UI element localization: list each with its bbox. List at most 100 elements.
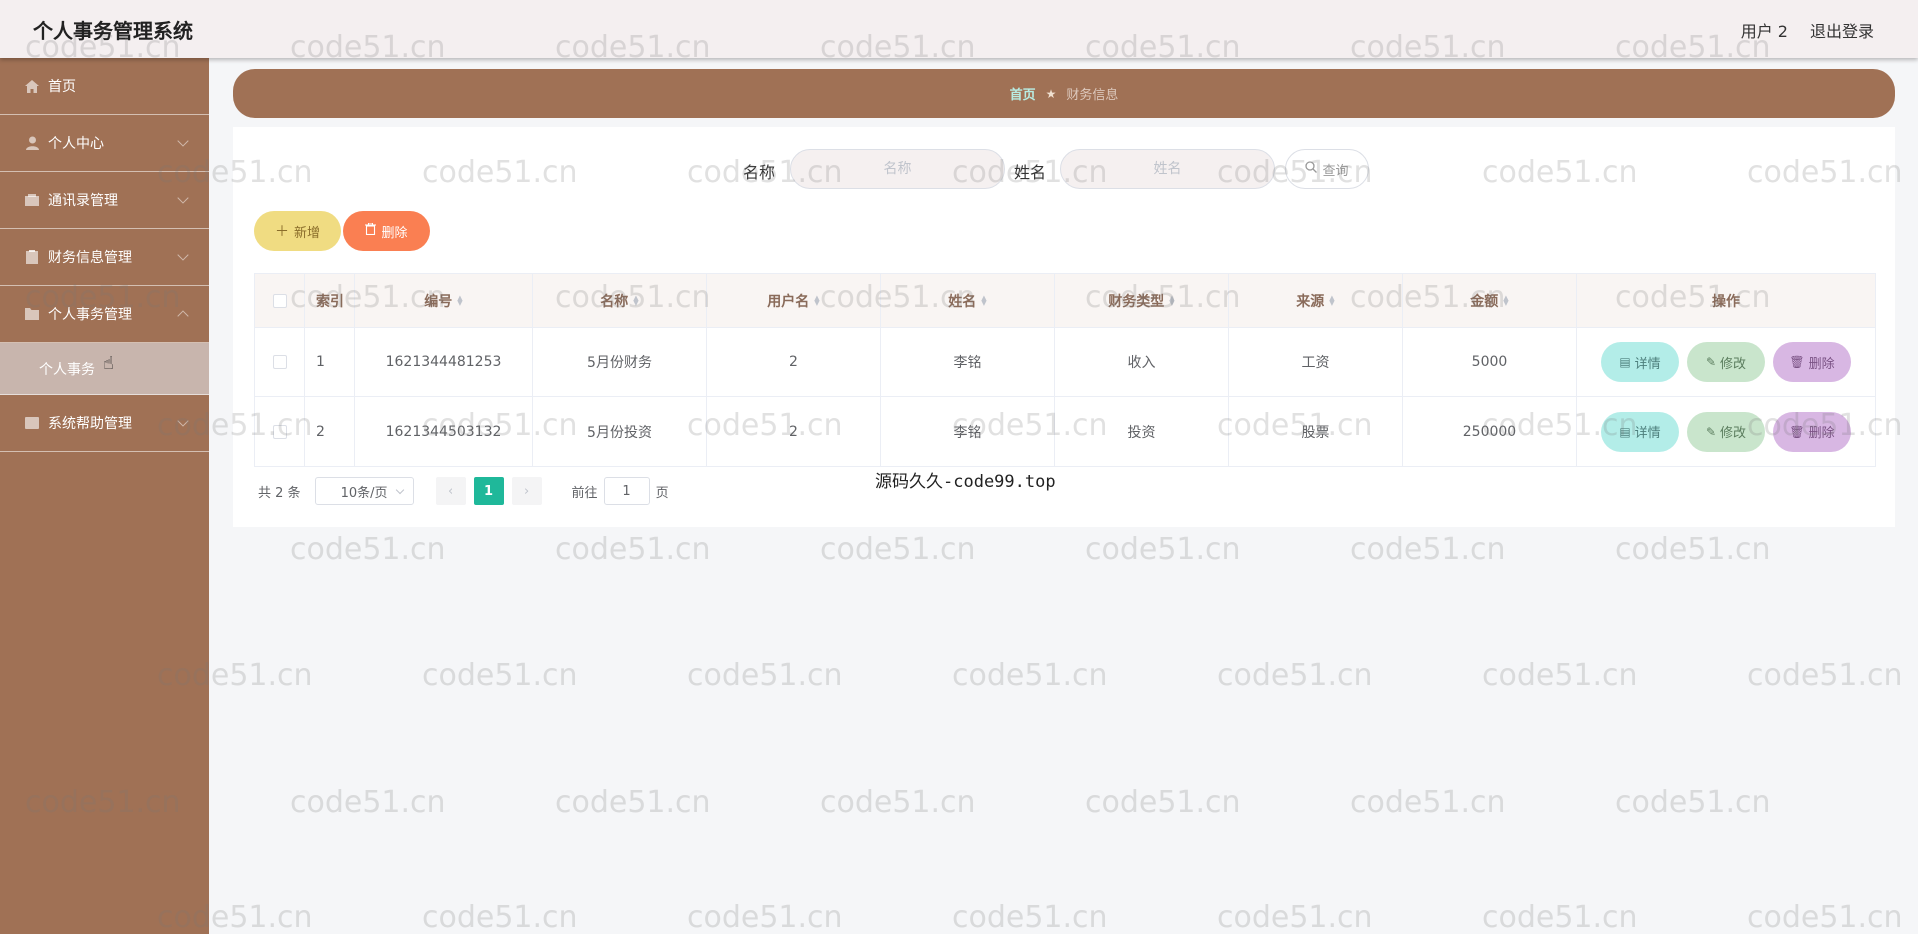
detail-button-label: 详情 — [1634, 426, 1661, 441]
header-code-label: 编号 — [424, 293, 453, 310]
page-size-value: 10条/页 — [340, 485, 388, 501]
sort-icon: ▲ ▼ — [1503, 293, 1509, 307]
watermark: code51.cn — [1085, 532, 1241, 567]
name-search-input[interactable] — [790, 149, 1005, 189]
sidebar-item-contacts[interactable]: 通讯录管理 — [0, 172, 209, 229]
edit-button[interactable]: ✎ 修改 — [1687, 342, 1765, 382]
current-user-label: 用户 2 — [1740, 22, 1788, 41]
watermark: code51.cn — [1482, 900, 1638, 934]
watermark: code51.cn — [1615, 532, 1771, 567]
breadcrumb-current: 财务信息 — [1066, 88, 1119, 103]
cell-name: 5月份投资 — [533, 397, 707, 466]
row-checkbox[interactable] — [272, 355, 287, 369]
watermark: code51.cn — [1085, 785, 1241, 820]
query-button[interactable]: 查询 — [1285, 149, 1369, 189]
table-row: 2 1621344503132 5月份投资 2 李铭 投资 股票 250000 … — [255, 397, 1875, 466]
row-checkbox-cell — [255, 397, 305, 466]
site-mark-text: 源码久久-code99.top — [875, 472, 1056, 492]
sidebar-item-home[interactable]: 首页 — [0, 58, 209, 115]
delete-button[interactable]: 🗑 删除 — [1773, 342, 1851, 382]
header-source[interactable]: 来源 ▲ ▼ — [1229, 274, 1403, 327]
finance-icon — [24, 250, 40, 264]
cell-source: 股票 — [1229, 397, 1403, 466]
app-title: 个人事务管理系统 — [33, 19, 193, 43]
watermark: code51.cn — [422, 658, 578, 693]
sidebar-item-personal-center[interactable]: 个人中心 — [0, 115, 209, 172]
watermark: code51.cn — [555, 785, 711, 820]
sidebar-item-label: 个人中心 — [48, 136, 104, 152]
edit-button[interactable]: ✎ 修改 — [1687, 411, 1765, 452]
add-button[interactable]: ＋ 新增 — [254, 211, 341, 251]
watermark: code51.cn — [687, 658, 843, 693]
cell-ops: ▤ 详情 ✎ 修改 🗑 删除 — [1577, 328, 1875, 396]
page-size-select[interactable]: 10条/页 — [314, 477, 414, 505]
table-header-row: 索引 编号 ▲ ▼ 名称 ▲ ▼ 用户名 ▲ ▼ 姓名 ▲ ▼ 财务类型 ▲ ▼ 来源 ▲ ▼ 金额 ▲ ▼… — [255, 274, 1875, 328]
edit-button-label: 修改 — [1720, 426, 1747, 441]
watermark: code51.cn — [290, 532, 446, 567]
folder-icon — [24, 307, 40, 321]
header-code[interactable]: 编号 ▲ ▼ — [355, 274, 533, 327]
watermark: code51.cn — [1482, 658, 1638, 693]
header-type[interactable]: 财务类型 ▲ ▼ — [1055, 274, 1229, 327]
page-number-button[interactable]: 1 — [473, 477, 504, 505]
breadcrumb-home-link[interactable]: 首页 — [1010, 84, 1036, 103]
sidebar-item-personal-affairs[interactable]: 个人事务管理 — [0, 286, 209, 343]
watermark: code51.cn — [820, 532, 976, 567]
watermark: code51.cn — [1350, 532, 1506, 567]
hand-cursor-icon: ☝ — [103, 353, 114, 374]
add-button-label: 新增 — [293, 225, 320, 241]
chevron-down-icon — [177, 415, 189, 427]
header-name[interactable]: 名称 ▲ ▼ — [533, 274, 707, 327]
batch-delete-label: 删除 — [381, 225, 408, 241]
cell-code: 1621344481253 — [355, 328, 533, 396]
header-amount[interactable]: 金额 ▲ ▼ — [1403, 274, 1577, 327]
goto-page-input[interactable] — [603, 477, 650, 505]
help-icon — [24, 416, 40, 430]
realname-search-label: 姓名 — [1014, 163, 1047, 182]
header-index: 索引 — [305, 274, 355, 327]
header-source-label: 来源 — [1296, 293, 1325, 310]
watermark: code51.cn — [555, 532, 711, 567]
user-icon — [24, 136, 40, 150]
sidebar-item-finance[interactable]: 财务信息管理 — [0, 229, 209, 286]
header-username[interactable]: 用户名 ▲ ▼ — [707, 274, 881, 327]
logout-link[interactable]: 退出登录 — [1810, 18, 1874, 42]
chevron-right-icon: › — [523, 483, 530, 499]
sort-icon: ▲ ▼ — [814, 293, 820, 307]
sort-icon: ▲ ▼ — [1169, 293, 1175, 307]
prev-page-button[interactable]: ‹ — [435, 477, 466, 505]
sort-icon: ▲ ▼ — [457, 293, 463, 307]
pencil-icon: ✎ — [1705, 355, 1717, 369]
header-realname[interactable]: 姓名 ▲ ▼ — [881, 274, 1055, 327]
header-ops: 操作 — [1712, 293, 1740, 310]
select-all-checkbox[interactable] — [272, 293, 287, 308]
row-checkbox[interactable] — [272, 424, 287, 439]
sidebar-subitem-personal-affairs[interactable]: 个人事务 ☝ — [0, 343, 209, 395]
document-icon: ▤ — [1619, 424, 1631, 439]
cell-source: 工资 — [1229, 328, 1403, 396]
cell-index: 2 — [305, 397, 355, 466]
sidebar-item-label: 通讯录管理 — [48, 193, 118, 209]
detail-button[interactable]: ▤ 详情 — [1601, 411, 1679, 452]
detail-button[interactable]: ▤ 详情 — [1601, 342, 1679, 382]
watermark: code51.cn — [820, 785, 976, 820]
trash-icon: 🗑 — [1789, 424, 1805, 439]
delete-button[interactable]: 🗑 删除 — [1773, 411, 1851, 452]
next-page-button[interactable]: › — [511, 477, 542, 505]
cell-type: 收入 — [1055, 328, 1229, 396]
sidebar-item-label: 财务信息管理 — [48, 250, 132, 266]
sidebar-item-help[interactable]: 系统帮助管理 — [0, 395, 209, 452]
watermark: code51.cn — [1615, 785, 1771, 820]
chevron-down-icon — [177, 192, 189, 204]
sidebar-item-label: 首页 — [48, 79, 76, 95]
cell-realname: 李铭 — [881, 397, 1055, 466]
watermark: code51.cn — [422, 900, 578, 934]
table-row: 1 1621344481253 5月份财务 2 李铭 收入 工资 5000 ▤ 详… — [255, 328, 1875, 397]
realname-search-input[interactable] — [1060, 149, 1275, 189]
chevron-left-icon: ‹ — [447, 483, 454, 499]
batch-delete-button[interactable]: 删除 — [343, 211, 430, 251]
chevron-down-icon — [177, 249, 189, 261]
delete-button-label: 删除 — [1808, 426, 1835, 441]
header-checkbox-cell — [255, 274, 305, 327]
watermark: code51.cn — [1350, 785, 1506, 820]
